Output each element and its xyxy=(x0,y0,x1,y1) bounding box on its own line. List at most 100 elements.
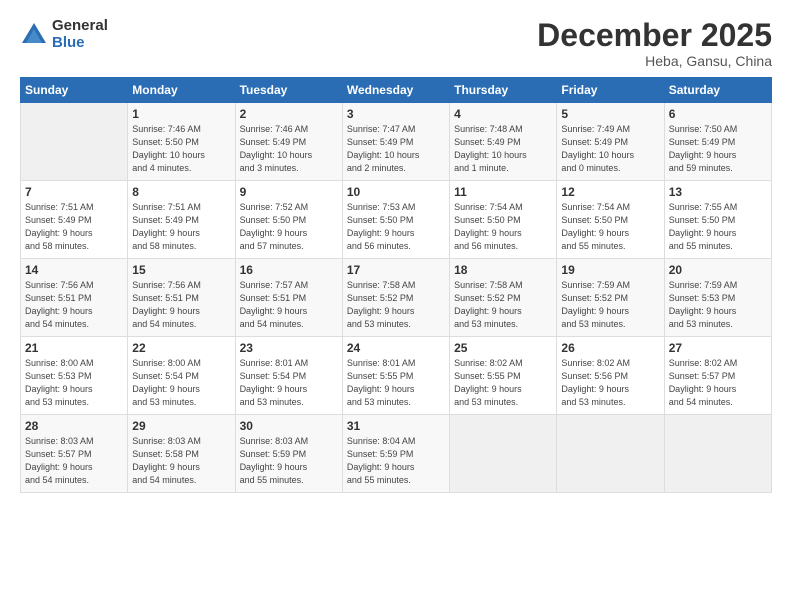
day-cell: 17Sunrise: 7:58 AM Sunset: 5:52 PM Dayli… xyxy=(342,259,449,337)
day-number: 6 xyxy=(669,107,767,121)
col-monday: Monday xyxy=(128,78,235,103)
day-info: Sunrise: 7:56 AM Sunset: 5:51 PM Dayligh… xyxy=(132,279,230,331)
day-number: 13 xyxy=(669,185,767,199)
col-wednesday: Wednesday xyxy=(342,78,449,103)
day-cell: 4 Sunrise: 7:48 AM Sunset: 5:49 PM Daylig… xyxy=(450,103,557,181)
day-info: Sunrise: 8:03 AM Sunset: 5:59 PM Dayligh… xyxy=(240,435,338,487)
day-cell: 16 Sunrise: 7:57 AM Sunset: 5:51 PM Dayli… xyxy=(235,259,342,337)
day-cell: 8Sunrise: 7:51 AM Sunset: 5:49 PM Daylig… xyxy=(128,181,235,259)
day-cell: 23 Sunrise: 8:01 AM Sunset: 5:54 PM Dayli… xyxy=(235,337,342,415)
day-number: 2 xyxy=(240,107,338,121)
day-cell: 13Sunrise: 7:55 AM Sunset: 5:50 PM Dayli… xyxy=(664,181,771,259)
day-number: 23 xyxy=(240,341,338,355)
day-number: 10 xyxy=(347,185,445,199)
day-info: Sunrise: 7:46 AM Sunset: 5:50 PM Dayligh… xyxy=(132,123,230,175)
day-cell: 9 Sunrise: 7:52 AM Sunset: 5:50 PM Daylig… xyxy=(235,181,342,259)
day-number: 18 xyxy=(454,263,552,277)
day-number: 19 xyxy=(561,263,659,277)
day-info: Sunrise: 7:51 AM Sunset: 5:49 PM Dayligh… xyxy=(25,201,123,253)
day-info: Sunrise: 7:47 AM Sunset: 5:49 PM Dayligh… xyxy=(347,123,445,175)
day-cell: 11Sunrise: 7:54 AM Sunset: 5:50 PM Dayli… xyxy=(450,181,557,259)
day-info: Sunrise: 7:56 AM Sunset: 5:51 PM Dayligh… xyxy=(25,279,123,331)
day-cell: 3 Sunrise: 7:47 AM Sunset: 5:49 PM Daylig… xyxy=(342,103,449,181)
day-info: Sunrise: 8:00 AM Sunset: 5:53 PM Dayligh… xyxy=(25,357,123,409)
col-sunday: Sunday xyxy=(21,78,128,103)
day-cell: 1 Sunrise: 7:46 AM Sunset: 5:50 PM Daylig… xyxy=(128,103,235,181)
day-info: Sunrise: 7:53 AM Sunset: 5:50 PM Dayligh… xyxy=(347,201,445,253)
day-info: Sunrise: 8:01 AM Sunset: 5:54 PM Dayligh… xyxy=(240,357,338,409)
day-cell: 5Sunrise: 7:49 AM Sunset: 5:49 PM Daylig… xyxy=(557,103,664,181)
day-info: Sunrise: 8:03 AM Sunset: 5:58 PM Dayligh… xyxy=(132,435,230,487)
day-number: 12 xyxy=(561,185,659,199)
day-cell: 7 Sunrise: 7:51 AM Sunset: 5:49 PM Daylig… xyxy=(21,181,128,259)
week-row-2: 7 Sunrise: 7:51 AM Sunset: 5:49 PM Daylig… xyxy=(21,181,772,259)
day-number: 28 xyxy=(25,419,123,433)
day-cell xyxy=(21,103,128,181)
day-number: 20 xyxy=(669,263,767,277)
day-info: Sunrise: 8:02 AM Sunset: 5:55 PM Dayligh… xyxy=(454,357,552,409)
day-info: Sunrise: 8:04 AM Sunset: 5:59 PM Dayligh… xyxy=(347,435,445,487)
day-cell: 26 Sunrise: 8:02 AM Sunset: 5:56 PM Dayli… xyxy=(557,337,664,415)
day-cell xyxy=(557,415,664,493)
day-number: 27 xyxy=(669,341,767,355)
calendar-table: Sunday Monday Tuesday Wednesday Thursday… xyxy=(20,77,772,493)
day-number: 21 xyxy=(25,341,123,355)
day-cell xyxy=(450,415,557,493)
col-thursday: Thursday xyxy=(450,78,557,103)
day-info: Sunrise: 8:01 AM Sunset: 5:55 PM Dayligh… xyxy=(347,357,445,409)
day-cell: 30Sunrise: 8:03 AM Sunset: 5:59 PM Dayli… xyxy=(235,415,342,493)
col-saturday: Saturday xyxy=(664,78,771,103)
location: Heba, Gansu, China xyxy=(537,53,772,69)
col-tuesday: Tuesday xyxy=(235,78,342,103)
day-number: 11 xyxy=(454,185,552,199)
day-cell: 10 Sunrise: 7:53 AM Sunset: 5:50 PM Dayli… xyxy=(342,181,449,259)
day-number: 1 xyxy=(132,107,230,121)
day-cell: 31Sunrise: 8:04 AM Sunset: 5:59 PM Dayli… xyxy=(342,415,449,493)
week-row-4: 21 Sunrise: 8:00 AM Sunset: 5:53 PM Dayli… xyxy=(21,337,772,415)
day-cell: 12 Sunrise: 7:54 AM Sunset: 5:50 PM Dayli… xyxy=(557,181,664,259)
day-cell xyxy=(664,415,771,493)
logo-blue: Blue xyxy=(52,35,108,52)
week-row-3: 14 Sunrise: 7:56 AM Sunset: 5:51 PM Dayli… xyxy=(21,259,772,337)
day-cell: 25Sunrise: 8:02 AM Sunset: 5:55 PM Dayli… xyxy=(450,337,557,415)
day-number: 26 xyxy=(561,341,659,355)
day-number: 7 xyxy=(25,185,123,199)
day-number: 22 xyxy=(132,341,230,355)
day-cell: 19Sunrise: 7:59 AM Sunset: 5:52 PM Dayli… xyxy=(557,259,664,337)
page: General Blue December 2025 Heba, Gansu, … xyxy=(0,0,792,612)
day-info: Sunrise: 7:46 AM Sunset: 5:49 PM Dayligh… xyxy=(240,123,338,175)
day-cell: 15 Sunrise: 7:56 AM Sunset: 5:51 PM Dayli… xyxy=(128,259,235,337)
day-number: 29 xyxy=(132,419,230,433)
logo-text: General Blue xyxy=(52,18,108,51)
day-info: Sunrise: 7:48 AM Sunset: 5:49 PM Dayligh… xyxy=(454,123,552,175)
day-info: Sunrise: 8:03 AM Sunset: 5:57 PM Dayligh… xyxy=(25,435,123,487)
day-info: Sunrise: 7:52 AM Sunset: 5:50 PM Dayligh… xyxy=(240,201,338,253)
day-cell: 29 Sunrise: 8:03 AM Sunset: 5:58 PM Dayli… xyxy=(128,415,235,493)
day-number: 16 xyxy=(240,263,338,277)
day-number: 9 xyxy=(240,185,338,199)
day-number: 3 xyxy=(347,107,445,121)
month-title: December 2025 xyxy=(537,18,772,53)
col-friday: Friday xyxy=(557,78,664,103)
day-info: Sunrise: 8:02 AM Sunset: 5:57 PM Dayligh… xyxy=(669,357,767,409)
day-info: Sunrise: 7:59 AM Sunset: 5:53 PM Dayligh… xyxy=(669,279,767,331)
week-row-1: 1 Sunrise: 7:46 AM Sunset: 5:50 PM Daylig… xyxy=(21,103,772,181)
day-number: 15 xyxy=(132,263,230,277)
header-row: Sunday Monday Tuesday Wednesday Thursday… xyxy=(21,78,772,103)
day-number: 4 xyxy=(454,107,552,121)
day-cell: 18 Sunrise: 7:58 AM Sunset: 5:52 PM Dayli… xyxy=(450,259,557,337)
day-info: Sunrise: 7:54 AM Sunset: 5:50 PM Dayligh… xyxy=(561,201,659,253)
day-info: Sunrise: 8:00 AM Sunset: 5:54 PM Dayligh… xyxy=(132,357,230,409)
logo-general: General xyxy=(52,18,108,35)
logo-icon xyxy=(20,21,48,49)
day-info: Sunrise: 7:50 AM Sunset: 5:49 PM Dayligh… xyxy=(669,123,767,175)
day-cell: 24Sunrise: 8:01 AM Sunset: 5:55 PM Dayli… xyxy=(342,337,449,415)
day-info: Sunrise: 7:49 AM Sunset: 5:49 PM Dayligh… xyxy=(561,123,659,175)
day-number: 14 xyxy=(25,263,123,277)
day-cell: 14 Sunrise: 7:56 AM Sunset: 5:51 PM Dayli… xyxy=(21,259,128,337)
day-info: Sunrise: 8:02 AM Sunset: 5:56 PM Dayligh… xyxy=(561,357,659,409)
week-row-5: 28 Sunrise: 8:03 AM Sunset: 5:57 PM Dayli… xyxy=(21,415,772,493)
day-cell: 28 Sunrise: 8:03 AM Sunset: 5:57 PM Dayli… xyxy=(21,415,128,493)
day-info: Sunrise: 7:57 AM Sunset: 5:51 PM Dayligh… xyxy=(240,279,338,331)
day-info: Sunrise: 7:58 AM Sunset: 5:52 PM Dayligh… xyxy=(454,279,552,331)
